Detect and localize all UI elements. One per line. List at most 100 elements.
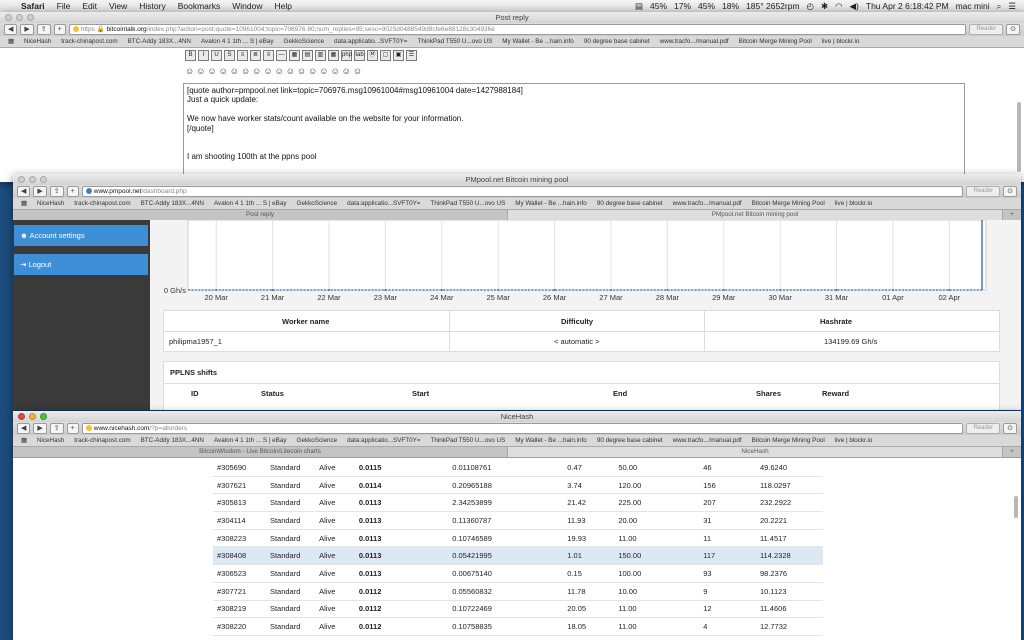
- bookmark[interactable]: www.tracfo.../manual.pdf: [673, 200, 742, 207]
- bookmark[interactable]: live | blockr.io: [835, 200, 873, 207]
- bookmark[interactable]: ThinkPad T550 U...ovo US: [418, 38, 493, 45]
- share-icon[interactable]: ⇪: [36, 24, 51, 35]
- table-row[interactable]: #308219 Standard Alive 0.0112 0.10722469 20.0…: [213, 601, 823, 619]
- editor-button[interactable]: ▥: [315, 50, 326, 61]
- bookmark[interactable]: BTC-Addy 183X...4NN: [128, 38, 191, 45]
- menu-edit[interactable]: Edit: [77, 1, 104, 11]
- new-tab-button[interactable]: +: [66, 186, 79, 197]
- bookmark[interactable]: GekkoScience: [284, 38, 325, 45]
- editor-button[interactable]: php: [341, 50, 352, 61]
- table-row[interactable]: #305813 Standard Alive 0.0113 2.34253899 21.4…: [213, 494, 823, 513]
- editor-button[interactable]: ▢: [380, 50, 391, 61]
- bookmark[interactable]: Bitcoin Merge Mining Pool: [752, 437, 825, 444]
- downloads-icon[interactable]: ⊙: [1003, 186, 1017, 197]
- editor-button[interactable]: Ⓜ: [367, 50, 378, 61]
- bookmark[interactable]: My Wallet - Be ...hain.info: [502, 38, 574, 45]
- zoom-button[interactable]: [40, 176, 47, 183]
- table-row[interactable]: #308221StandardAlive0.01120.1075155019.4…: [213, 636, 823, 640]
- menu-help[interactable]: Help: [269, 1, 298, 11]
- title-bar[interactable]: PMpool.net Bitcoin mining pool: [13, 174, 1021, 185]
- bluetooth-icon[interactable]: ✱: [821, 1, 828, 12]
- table-row[interactable]: #308223 Standard Alive 0.0113 0.10746589 19.9…: [213, 530, 823, 548]
- bookmark[interactable]: www.tracfo.../manual.pdf: [660, 38, 729, 45]
- bookmark[interactable]: Bitcoin Merge Mining Pool: [752, 200, 825, 207]
- close-button[interactable]: [18, 413, 25, 420]
- minimize-button[interactable]: [16, 14, 23, 21]
- bookmark[interactable]: Bitcoin Merge Mining Pool: [739, 38, 812, 45]
- minimize-button[interactable]: [29, 413, 36, 420]
- bookmark[interactable]: track-chinapost.com: [74, 437, 130, 444]
- volume-icon[interactable]: ◀): [850, 1, 859, 12]
- bookmark[interactable]: data:applicatio...SVFT0Y=: [334, 38, 407, 45]
- wifi-icon[interactable]: ◠: [835, 1, 842, 12]
- bookmark[interactable]: Avalon 4 1 1th ... S | eBay: [201, 38, 274, 45]
- bookmark[interactable]: GekkoScience: [297, 200, 338, 207]
- user-menu[interactable]: mac mini: [956, 1, 990, 11]
- show-all-bookmarks-icon[interactable]: ▦: [21, 437, 27, 444]
- back-button[interactable]: ◀: [17, 186, 31, 197]
- bookmark[interactable]: ThinkPad T550 U...ovo US: [431, 437, 506, 444]
- tab-nicehash[interactable]: NiceHash: [508, 447, 1003, 457]
- menu-file[interactable]: File: [52, 1, 78, 11]
- back-button[interactable]: ◀: [4, 24, 18, 35]
- back-button[interactable]: ◀: [17, 423, 31, 434]
- menu-view[interactable]: View: [104, 1, 134, 11]
- tab-post-reply[interactable]: Post reply: [13, 210, 508, 220]
- bookmark[interactable]: BTC-Addy 183X...4NN: [141, 437, 204, 444]
- zoom-button[interactable]: [40, 413, 47, 420]
- editor-button[interactable]: —: [276, 50, 287, 61]
- scrollbar[interactable]: [1017, 102, 1021, 172]
- bookmark[interactable]: 90 degree base cabinet: [584, 38, 650, 45]
- forward-button[interactable]: ▶: [33, 186, 47, 197]
- menu-safari[interactable]: Safari: [16, 1, 52, 11]
- close-button[interactable]: [18, 176, 25, 183]
- temp-fan-value[interactable]: 185° 2652rpm: [746, 1, 800, 11]
- bookmark[interactable]: NiceHash: [37, 200, 64, 207]
- bookmark[interactable]: 90 degree base cabinet: [597, 200, 663, 207]
- add-tab-icon[interactable]: +: [1003, 447, 1021, 457]
- tab-bitcoinwisdom[interactable]: BitcoinWisdom - Live Bitcoin/Litecoin ch…: [13, 447, 508, 457]
- editor-button[interactable]: I: [198, 50, 209, 61]
- bookmark[interactable]: NiceHash: [37, 437, 64, 444]
- bookmark[interactable]: data:applicatio...SVFT0Y=: [347, 437, 420, 444]
- new-tab-button[interactable]: +: [53, 24, 66, 35]
- table-row[interactable]: #308220 Standard Alive 0.0112 0.10758835 18.0…: [213, 618, 823, 636]
- menu-bookmarks[interactable]: Bookmarks: [173, 1, 228, 11]
- time-machine-icon[interactable]: ◴: [807, 1, 814, 12]
- table-row[interactable]: #308408 Standard Alive 0.0113 0.05421995 1.01…: [213, 547, 823, 566]
- clock[interactable]: Thu Apr 2 6:18:42 PM: [866, 1, 949, 11]
- bookmark[interactable]: 90 degree base cabinet: [597, 437, 663, 444]
- editor-button[interactable]: ▦: [289, 50, 300, 61]
- spotlight-icon[interactable]: ⌕: [997, 1, 1002, 12]
- bookmark[interactable]: live | blockr.io: [835, 437, 873, 444]
- bookmark[interactable]: GekkoScience: [297, 437, 338, 444]
- bookmark[interactable]: My Wallet - Be ...hain.info: [515, 437, 587, 444]
- bookmark[interactable]: Avalon 4 1 1th ... S | eBay: [214, 437, 287, 444]
- sidebar-item-account-settings[interactable]: ☻ Account settings: [14, 225, 148, 246]
- bookmark[interactable]: Avalon 4 1 1th ... S | eBay: [214, 200, 287, 207]
- editor-button[interactable]: tab: [354, 50, 365, 61]
- show-all-bookmarks-icon[interactable]: ▦: [21, 200, 27, 207]
- menu-window[interactable]: Window: [227, 1, 269, 11]
- post-message-textarea[interactable]: [quote author=pmpool.net link=topic=7069…: [183, 83, 965, 182]
- editor-button[interactable]: S: [224, 50, 235, 61]
- notification-center-icon[interactable]: ☰: [1008, 1, 1016, 12]
- editor-button[interactable]: U: [211, 50, 222, 61]
- bookmark[interactable]: www.tracfo.../manual.pdf: [673, 437, 742, 444]
- editor-button[interactable]: ☰: [406, 50, 417, 61]
- editor-button[interactable]: ▦: [328, 50, 339, 61]
- bookmark[interactable]: live | blockr.io: [822, 38, 860, 45]
- bookmark[interactable]: My Wallet - Be ...hain.info: [515, 200, 587, 207]
- downloads-icon[interactable]: ⊙: [1003, 423, 1017, 434]
- table-row[interactable]: #306523 Standard Alive 0.0113 0.00675140 0.15…: [213, 565, 823, 583]
- tab-pmpool[interactable]: PMpool.net Bitcoin mining pool: [508, 210, 1003, 220]
- bookmark[interactable]: BTC-Addy 183X...4NN: [141, 200, 204, 207]
- bookmark[interactable]: track-chinapost.com: [61, 38, 117, 45]
- bookmark[interactable]: NiceHash: [24, 38, 51, 45]
- scrollbar[interactable]: [1014, 496, 1018, 518]
- editor-button[interactable]: ▤: [302, 50, 313, 61]
- address-bar[interactable]: www.nicehash.com/?p=allorders: [81, 423, 964, 434]
- title-bar[interactable]: Post reply: [0, 12, 1024, 23]
- table-row[interactable]: #307621 Standard Alive 0.0114 0.20965188 3.74…: [213, 477, 823, 495]
- reader-button[interactable]: Reader: [966, 423, 1001, 434]
